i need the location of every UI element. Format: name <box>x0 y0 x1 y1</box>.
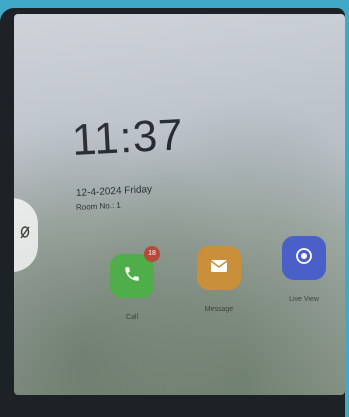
mic-off-icon <box>19 225 31 245</box>
message-app[interactable]: Message <box>191 246 247 313</box>
envelope-icon <box>210 259 228 278</box>
live-view-tile[interactable] <box>282 236 326 280</box>
call-badge: 18 <box>144 246 160 262</box>
side-drawer-tab[interactable] <box>14 198 38 272</box>
live-view-app[interactable]: Live View <box>276 236 332 303</box>
screen: 11:37 12-4-2024 Friday Room No.: 1 18 Ca… <box>14 14 345 395</box>
message-label: Message <box>204 306 234 313</box>
clock-date: 12-4-2024 Friday <box>75 184 153 199</box>
clock-time: 11:37 <box>70 110 185 165</box>
room-number: Room No.: 1 <box>75 200 122 212</box>
record-icon <box>295 247 313 270</box>
call-label: Call <box>125 314 139 321</box>
phone-icon <box>123 265 141 288</box>
live-view-label: Live View <box>289 296 319 303</box>
call-app[interactable]: 18 Call <box>104 246 160 321</box>
call-tile[interactable]: 18 <box>110 246 160 298</box>
message-tile[interactable] <box>197 246 241 290</box>
